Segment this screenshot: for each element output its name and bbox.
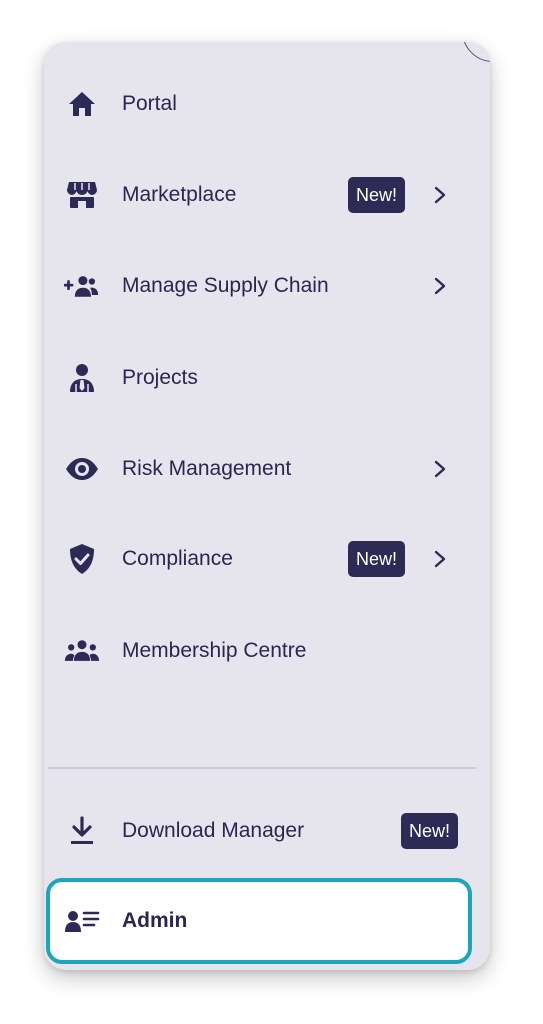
menu-item-admin[interactable]: Admin bbox=[44, 890, 490, 952]
user-tie-icon bbox=[64, 360, 100, 396]
navigation-menu: Portal Marketplace New! Manage Supply Ch… bbox=[44, 42, 490, 970]
corner-circle-decoration bbox=[462, 42, 490, 62]
chevron-right-icon[interactable] bbox=[430, 276, 450, 296]
chevron-right-icon[interactable] bbox=[430, 459, 450, 479]
menu-item-download-manager[interactable]: Download Manager New! bbox=[44, 800, 490, 862]
menu-divider bbox=[48, 767, 476, 769]
menu-item-compliance[interactable]: Compliance New! bbox=[44, 528, 490, 590]
new-badge: New! bbox=[348, 541, 406, 577]
new-badge: New! bbox=[348, 177, 406, 213]
new-badge: New! bbox=[401, 813, 459, 849]
menu-item-membership-centre[interactable]: Membership Centre bbox=[44, 620, 490, 682]
menu-item-label: Download Manager bbox=[122, 819, 305, 842]
home-icon bbox=[64, 86, 100, 122]
menu-item-label: Projects bbox=[122, 366, 198, 389]
menu-item-manage-supply-chain[interactable]: Manage Supply Chain bbox=[44, 255, 490, 317]
download-icon bbox=[64, 813, 100, 849]
store-icon bbox=[64, 177, 100, 213]
chevron-right-icon[interactable] bbox=[430, 185, 450, 205]
eye-icon bbox=[64, 451, 100, 487]
add-users-icon bbox=[64, 268, 100, 304]
menu-item-marketplace[interactable]: Marketplace New! bbox=[44, 164, 490, 226]
shield-check-icon bbox=[64, 541, 100, 577]
menu-item-risk-management[interactable]: Risk Management bbox=[44, 438, 490, 500]
menu-item-label: Compliance bbox=[122, 547, 233, 570]
menu-item-label: Admin bbox=[122, 909, 188, 932]
menu-item-label: Marketplace bbox=[122, 183, 237, 206]
menu-item-projects[interactable]: Projects bbox=[44, 347, 490, 409]
user-list-icon bbox=[64, 903, 100, 939]
menu-item-label: Manage Supply Chain bbox=[122, 274, 329, 297]
menu-item-label: Risk Management bbox=[122, 457, 292, 480]
menu-item-label: Membership Centre bbox=[122, 639, 307, 662]
menu-item-label: Portal bbox=[122, 92, 177, 115]
chevron-right-icon[interactable] bbox=[430, 549, 450, 569]
menu-item-portal[interactable]: Portal bbox=[44, 73, 490, 135]
group-icon bbox=[64, 633, 100, 669]
